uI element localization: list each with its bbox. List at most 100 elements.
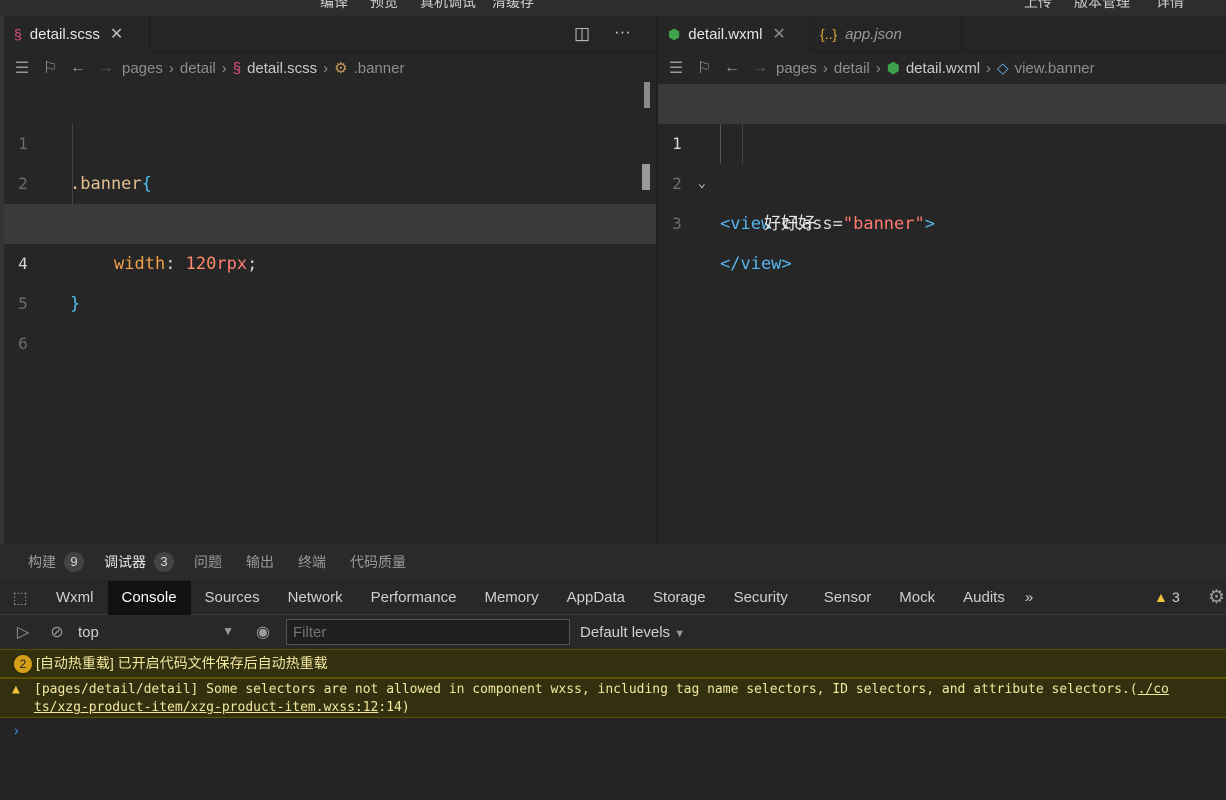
sass-icon: § xyxy=(232,59,242,77)
console-toolbar: ▷ ⊘ top ▼ ◉ Default levels ▼ xyxy=(0,615,1226,649)
left-tab-bar: § detail.scss ✕ ◫ ··· xyxy=(4,16,656,52)
bookmark-icon[interactable]: ⚐ xyxy=(40,58,60,78)
more-actions-icon[interactable]: ··· xyxy=(614,22,631,42)
tab-sources[interactable]: Sources xyxy=(191,581,274,615)
source-link[interactable]: ./co xyxy=(1138,682,1169,697)
tab-storage[interactable]: Storage xyxy=(639,581,720,615)
back-arrow-icon[interactable]: ← xyxy=(722,59,742,77)
log-levels-select[interactable]: Default levels ▼ xyxy=(580,624,685,641)
context-select[interactable]: top ▼ xyxy=(74,624,242,641)
console-prompt[interactable]: › xyxy=(14,722,19,738)
tab-detail-wxml[interactable]: ⬢ detail.wxml ✕ xyxy=(658,16,810,52)
scrollbar-thumb[interactable] xyxy=(644,82,650,108)
upload-button[interactable]: 上传 xyxy=(1024,0,1052,12)
close-icon[interactable]: ✕ xyxy=(772,24,785,44)
breadcrumb-item[interactable]: detail xyxy=(834,60,870,77)
wxml-file-icon: ⬢ xyxy=(668,25,681,42)
preview-button[interactable]: 预览 xyxy=(370,0,398,12)
chevron-right-icon: › xyxy=(221,59,227,77)
source-link[interactable]: ts/xzg-product-item/xzg-product-item.wxs… xyxy=(34,700,378,715)
bookmark-icon[interactable]: ⚐ xyxy=(694,58,714,78)
close-icon[interactable]: ✕ xyxy=(110,24,123,44)
code-line: 5 xyxy=(4,244,656,313)
tab-audits[interactable]: Audits xyxy=(949,581,1019,615)
breadcrumb-item[interactable]: detail.scss xyxy=(247,60,317,77)
tab-detail-scss[interactable]: § detail.scss ✕ xyxy=(4,16,150,52)
warning-count[interactable]: 3 xyxy=(1172,589,1180,605)
wxml-file-icon: ⬢ xyxy=(886,60,900,77)
breadcrumb-item[interactable]: detail.wxml xyxy=(906,60,980,77)
details-button[interactable]: 详情 xyxy=(1156,0,1184,12)
tab-wxml[interactable]: Wxml xyxy=(40,581,108,615)
tab-security[interactable]: Security xyxy=(720,581,802,615)
dropdown-arrow-icon: ▼ xyxy=(674,627,686,640)
tab-app-json[interactable]: {..} app.json xyxy=(810,16,962,52)
more-tabs-icon[interactable]: » xyxy=(1019,581,1039,615)
filter-input[interactable] xyxy=(286,619,570,645)
tab-build[interactable]: 构建 9 xyxy=(28,552,84,572)
tab-performance[interactable]: Performance xyxy=(357,581,471,615)
chevron-right-icon: › xyxy=(323,59,329,77)
eye-icon[interactable]: ◉ xyxy=(246,622,280,642)
code-editor[interactable]: 1 ⌄ <view class="banner"> 2 好好好 3 </view… xyxy=(658,84,1226,274)
clear-console-icon[interactable]: ⊘ xyxy=(40,622,74,642)
code-editor[interactable]: 1 .banner{ 2 background-color: blue; 3 w… xyxy=(4,84,656,353)
tab-appdata[interactable]: AppData xyxy=(553,581,639,615)
forward-arrow-icon[interactable]: → xyxy=(750,59,770,77)
json-file-icon: {..} xyxy=(820,26,838,42)
selector-icon: ⚙ xyxy=(334,60,348,77)
tag-close-bracket: > xyxy=(924,214,935,234)
right-tab-bar: ⬢ detail.wxml ✕ {..} app.json xyxy=(658,16,1226,52)
tab-code-quality[interactable]: 代码质量 xyxy=(350,552,406,572)
breadcrumb-item[interactable]: .banner xyxy=(354,60,405,77)
forward-arrow-icon[interactable]: → xyxy=(96,59,116,77)
line-number: 6 xyxy=(18,334,28,353)
version-management-button[interactable]: 版本管理 xyxy=(1074,0,1130,12)
code-line-current: 1 ⌄ <view class="banner"> xyxy=(658,84,1226,234)
back-arrow-icon[interactable]: ← xyxy=(68,59,88,77)
code-line: 1 .banner{ xyxy=(4,84,656,194)
tab-output[interactable]: 输出 xyxy=(246,552,274,572)
tab-memory[interactable]: Memory xyxy=(470,581,552,615)
left-editor-group: § detail.scss ✕ ◫ ··· ☰ ⚐ ← → pages › de… xyxy=(4,16,656,544)
console-message-warning: ▲ [pages/detail/detail] Some selectors a… xyxy=(0,678,1226,718)
device-debug-button[interactable]: 真机调试 xyxy=(420,0,476,12)
chevron-right-icon: › xyxy=(822,59,828,77)
tab-sensor[interactable]: Sensor xyxy=(802,581,886,615)
message-text: [自动热重载] 已开启代码文件保存后自动热重载 xyxy=(36,655,328,671)
tab-console[interactable]: Console xyxy=(107,580,191,615)
code-text: 好好好 xyxy=(764,214,815,234)
gear-icon[interactable]: ⚙ xyxy=(1208,586,1225,609)
breadcrumb: ☰ ⚐ ← → pages › detail › ⬢ detail.wxml ›… xyxy=(658,52,1226,84)
message-text: [pages/detail/detail] Some selectors are… xyxy=(34,682,1138,697)
chevron-right-icon: › xyxy=(875,59,881,77)
tab-problems[interactable]: 问题 xyxy=(194,552,222,572)
chevron-right-icon: › xyxy=(986,59,992,77)
breadcrumb-item[interactable]: detail xyxy=(180,60,216,77)
list-icon[interactable]: ☰ xyxy=(12,58,32,78)
compile-button[interactable]: 编译 xyxy=(320,0,348,12)
tab-mock[interactable]: Mock xyxy=(885,581,949,615)
breadcrumb-item[interactable]: view.banner xyxy=(1015,60,1095,77)
bottom-panel: 构建 9 调试器 3 问题 输出 终端 代码质量 ⬚ Wxml Console So… xyxy=(0,544,1226,800)
indent-guide xyxy=(72,124,73,204)
tab-label: 调试器 xyxy=(104,554,146,570)
sidebar-toggle-icon[interactable]: ▷ xyxy=(6,622,40,642)
devtools-tabs: ⬚ Wxml Console Sources Network Performan… xyxy=(0,580,1226,615)
tab-terminal[interactable]: 终端 xyxy=(298,552,326,572)
overview-ruler-mark xyxy=(642,164,650,190)
attr-value: "banner" xyxy=(842,214,925,234)
count-badge: 3 xyxy=(154,552,174,572)
warning-icon[interactable]: ▲ xyxy=(1154,589,1168,605)
inspect-element-icon[interactable]: ⬚ xyxy=(0,588,40,608)
line-number: 3 xyxy=(672,214,682,233)
sass-icon: § xyxy=(14,26,22,42)
breadcrumb-item[interactable]: pages xyxy=(122,60,163,77)
tab-debugger[interactable]: 调试器 3 xyxy=(104,552,174,572)
split-editor-icon[interactable]: ◫ xyxy=(574,24,590,44)
list-icon[interactable]: ☰ xyxy=(666,58,686,78)
breadcrumb-item[interactable]: pages xyxy=(776,60,817,77)
tab-network[interactable]: Network xyxy=(274,581,357,615)
code-line: 2 好好好 xyxy=(658,124,1226,234)
clear-cache-button[interactable]: 清缓存 xyxy=(492,0,534,12)
